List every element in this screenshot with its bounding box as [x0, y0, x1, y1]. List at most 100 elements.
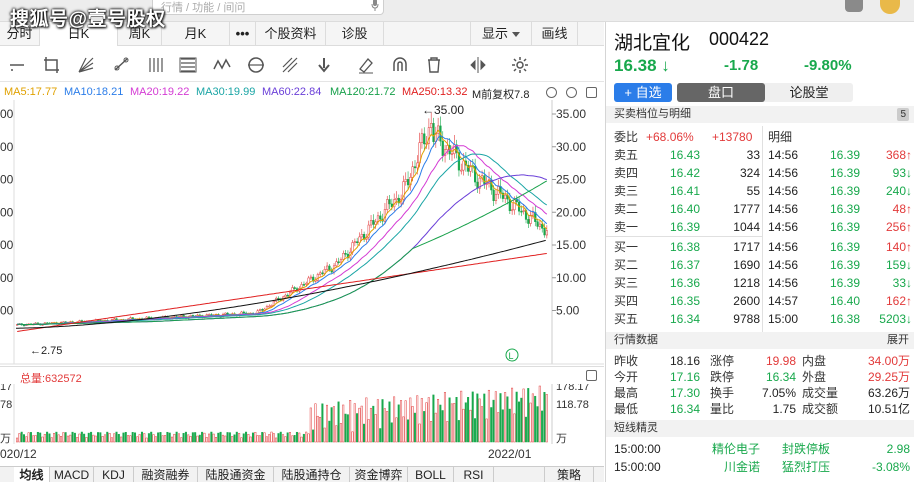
more-periods-button[interactable]: •••: [230, 22, 256, 46]
search-placeholder: 行情 / 功能 / 间问: [161, 2, 246, 14]
gear-icon[interactable]: [586, 370, 597, 381]
volume-bar: [36, 431, 39, 443]
volume-bar: [386, 411, 389, 443]
ma5-line: [17, 129, 548, 326]
volume-bar: [504, 392, 507, 443]
tab-strategy[interactable]: 策略: [544, 467, 594, 482]
bid-volume: 1717: [733, 240, 760, 254]
volume-tick-label: 118.78: [556, 399, 589, 411]
tick-price: 16.39: [829, 258, 860, 272]
volume-bar: [517, 401, 520, 443]
volume-bar: [117, 434, 120, 443]
tick-time: 14:56: [768, 240, 799, 254]
volume-bar: [226, 432, 229, 443]
candle-body: [360, 234, 363, 238]
volume-bar: [383, 408, 386, 443]
volume-bar: [369, 407, 372, 443]
search-input[interactable]: 行情 / 功能 / 间问: [152, 0, 384, 15]
tab-orderbook[interactable]: 盘口: [677, 83, 765, 102]
gann-icon[interactable]: [280, 55, 300, 75]
volume-bar: [342, 404, 345, 443]
line-segment-icon[interactable]: [8, 55, 28, 75]
volume-chart[interactable]: 178.17 17 118.78 78 万 万: [0, 384, 604, 444]
parallel-lines-icon[interactable]: [146, 55, 166, 75]
tab-rsi[interactable]: RSI: [454, 467, 494, 482]
minus-circle-icon[interactable]: [566, 87, 577, 98]
volume-bar: [50, 437, 53, 443]
collapse-handle[interactable]: [578, 22, 604, 46]
candle-body: [515, 199, 518, 203]
column-divider: [762, 126, 763, 336]
wave-icon[interactable]: [212, 55, 232, 75]
volume-bar: [66, 435, 69, 443]
volume-bar: [245, 431, 248, 443]
volume-bar: [476, 393, 479, 443]
display-dropdown[interactable]: 显示: [470, 22, 532, 46]
ma250-line: [17, 253, 547, 332]
magnet-icon[interactable]: [390, 55, 410, 75]
volume-bar: [219, 431, 222, 443]
microphone-icon[interactable]: [371, 0, 379, 11]
eraser-icon[interactable]: [356, 55, 376, 75]
volume-bar: [20, 431, 23, 443]
volume-bar: [543, 392, 546, 443]
volume-bar: [330, 407, 333, 443]
market-label: 成交额: [802, 402, 839, 416]
tab-macd[interactable]: MACD: [50, 467, 94, 482]
expand-button[interactable]: 展开: [887, 332, 909, 349]
add-watchlist-button[interactable]: + 自选: [614, 83, 672, 102]
candle-body: [316, 274, 319, 281]
tab-forum[interactable]: 论股堂: [765, 83, 853, 102]
volume-bar: [437, 399, 440, 443]
volume-bar: [177, 433, 180, 443]
flip-icon[interactable]: [468, 55, 488, 75]
tab-ma[interactable]: 均线: [14, 467, 50, 482]
cycle-icon[interactable]: [246, 55, 266, 75]
tab-boll[interactable]: BOLL: [408, 467, 454, 482]
volume-bar: [43, 434, 46, 443]
candle-body: [531, 212, 535, 216]
reference-line: [16, 239, 546, 329]
candle-body: [268, 305, 271, 308]
crop-icon[interactable]: [42, 55, 62, 75]
volume-bar: [101, 436, 104, 443]
volume-bar: [360, 405, 363, 443]
news-title: 短线精灵: [614, 422, 658, 434]
tab-hk-holding[interactable]: 陆股通持仓: [274, 467, 350, 482]
tick-volume: 93↓: [892, 166, 912, 180]
volume-bar: [372, 405, 375, 443]
volume-bar: [462, 408, 465, 443]
ask-price: 16.40: [669, 202, 700, 216]
volume-bar: [235, 431, 238, 443]
arrow-down-icon[interactable]: [314, 55, 334, 75]
volume-bar: [332, 406, 335, 443]
fib-icon[interactable]: [178, 55, 198, 75]
bid-volume: 9788: [733, 312, 760, 326]
volume-bar: [448, 397, 451, 443]
trash-icon[interactable]: [424, 55, 444, 75]
tab-hk-flow[interactable]: 陆股通资金: [198, 467, 274, 482]
settings-icon[interactable]: [510, 55, 530, 75]
news-stock-name: 川金诺: [723, 460, 760, 474]
volume-bar: [413, 412, 416, 443]
volume-bar: [205, 437, 208, 443]
gear-icon[interactable]: [586, 87, 597, 98]
tab-stock-profile[interactable]: 个股资料: [256, 22, 326, 46]
price-chart[interactable]: 00 00 00 00 00 00 00 35.00 30.00 25.00 20.00 15.00…: [0, 100, 604, 366]
tab-monthly-k[interactable]: 月K: [162, 22, 230, 46]
pencil-line-icon[interactable]: [112, 55, 132, 75]
fan-icon[interactable]: [76, 55, 96, 75]
user-icon[interactable]: [845, 0, 863, 12]
volume-bar: [154, 436, 157, 443]
tab-margin[interactable]: 融资融券: [134, 467, 198, 482]
tab-diagnose[interactable]: 诊股: [326, 22, 384, 46]
minus-circle-icon[interactable]: [546, 87, 557, 98]
tab-kdj[interactable]: KDJ: [94, 467, 134, 482]
level-badge[interactable]: 5: [897, 108, 909, 121]
avatar[interactable]: [880, 0, 900, 14]
ma10-line: [17, 135, 548, 326]
volume-bar: [358, 407, 361, 443]
tab-capital-game[interactable]: 资金博弈: [350, 467, 408, 482]
draw-line-button[interactable]: 画线: [532, 22, 578, 46]
volume-bar: [203, 432, 206, 443]
